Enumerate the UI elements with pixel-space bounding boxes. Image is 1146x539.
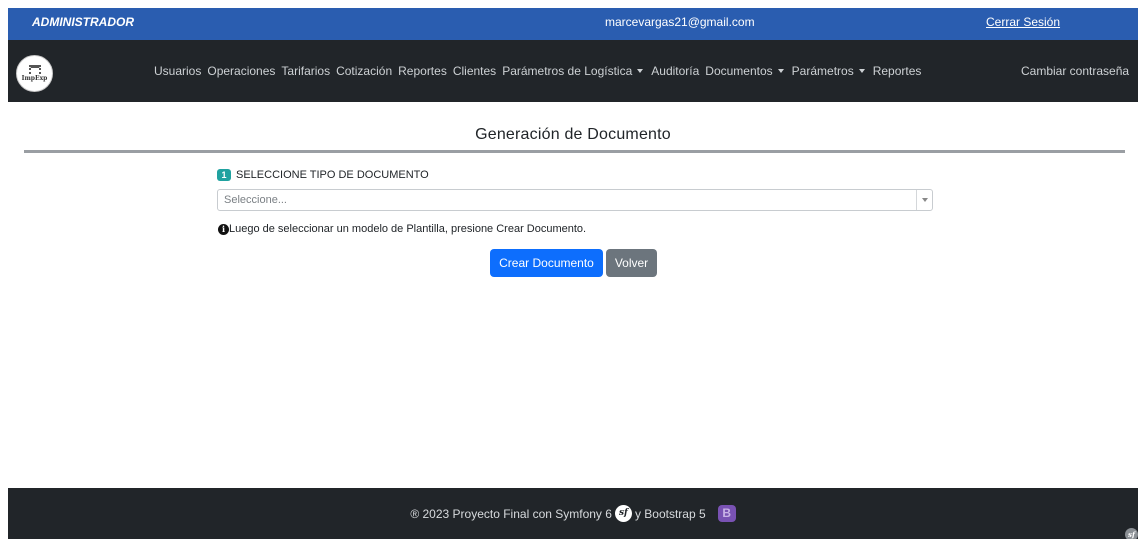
nav-menu: Usuarios Operaciones Tarifarios Cotización R… [151, 40, 924, 102]
footer-text-before: ® 2023 Proyecto Final con Symfony 6 [410, 506, 612, 521]
nav-item-documentos[interactable]: Documentos [702, 64, 788, 78]
nav-item-label: Parámetros de Logística [502, 64, 633, 78]
nav-item-label: Usuarios [154, 64, 202, 78]
user-role-label: ADMINISTRADOR [32, 15, 134, 29]
nav-item-tarifarios[interactable]: Tarifarios [278, 64, 333, 78]
caret-down-icon [777, 69, 784, 73]
select-arrow-box[interactable] [916, 190, 932, 210]
building-icon [28, 65, 41, 74]
footer: ® 2023 Proyecto Final con Symfony 6 sf y… [8, 488, 1138, 539]
instruction-text: Luego de seleccionar un modelo de Planti… [229, 223, 587, 235]
top-bar: ADMINISTRADOR marcevargas21@gmail.com Ce… [8, 8, 1138, 40]
footer-text-after: y Bootstrap 5 [634, 506, 706, 521]
change-password-link[interactable]: Cambiar contraseña [1021, 40, 1129, 102]
footer-credits: ® 2023 Proyecto Final con Symfony 6 sf y… [8, 488, 1138, 539]
main-navbar: ImpExp Usuarios Operaciones Tarifarios Coti… [8, 40, 1138, 102]
nav-item-label: Auditoría [651, 64, 700, 78]
nav-item-usuarios[interactable]: Usuarios [151, 64, 204, 78]
instruction-hint: i Luego de seleccionar un modelo de Plan… [218, 223, 586, 235]
user-email: marcevargas21@gmail.com [605, 15, 755, 29]
nav-item-reportes[interactable]: Reportes [870, 64, 925, 78]
nav-item-reportes[interactable]: Reportes [395, 64, 450, 78]
caret-down-icon [858, 69, 865, 73]
page-title: Generación de Documento [475, 126, 671, 143]
symfony-toolbar-icon[interactable]: sf [1125, 528, 1138, 539]
nav-item-label: Operaciones [207, 64, 276, 78]
nav-item-label: Documentos [705, 64, 773, 78]
nav-item-label: Tarifarios [281, 64, 331, 78]
nav-item-parametros-de-logistica[interactable]: Parámetros de Logística [499, 64, 648, 78]
nav-item-label: Reportes [872, 64, 922, 78]
create-document-button[interactable]: Crear Documento [490, 249, 603, 277]
document-type-label-text: SELECCIONE TIPO DE DOCUMENTO [236, 169, 429, 181]
nav-item-label: Reportes [398, 64, 447, 78]
nav-item-operaciones[interactable]: Operaciones [204, 64, 278, 78]
document-type-label: 1 SELECCIONE TIPO DE DOCUMENTO [217, 169, 429, 181]
info-circle-icon: i [218, 223, 229, 235]
nav-item-cotizacion[interactable]: Cotización [333, 64, 395, 78]
nav-item-label: Parámetros [791, 64, 854, 78]
nav-item-label: Cotización [336, 64, 393, 78]
document-type-select[interactable]: Seleccione... [217, 189, 933, 211]
select-placeholder: Seleccione... [224, 194, 287, 206]
nav-item-label: Clientes [452, 64, 497, 78]
back-button[interactable]: Volver [606, 249, 657, 277]
chevron-down-icon [921, 198, 928, 202]
logout-link[interactable]: Cerrar Sesión [986, 8, 1060, 36]
nav-item-auditoria[interactable]: Auditoría [648, 64, 702, 78]
nav-item-clientes[interactable]: Clientes [450, 64, 499, 78]
nav-item-parametros[interactable]: Parámetros [789, 64, 870, 78]
brand-logo[interactable]: ImpExp [16, 55, 53, 92]
caret-down-icon [637, 69, 644, 73]
step-badge: 1 [217, 169, 231, 181]
brand-logo-text: ImpExp [21, 75, 48, 82]
bootstrap-logo-icon: B [717, 505, 736, 522]
title-divider [24, 150, 1125, 153]
symfony-logo-icon: sf [614, 505, 632, 522]
